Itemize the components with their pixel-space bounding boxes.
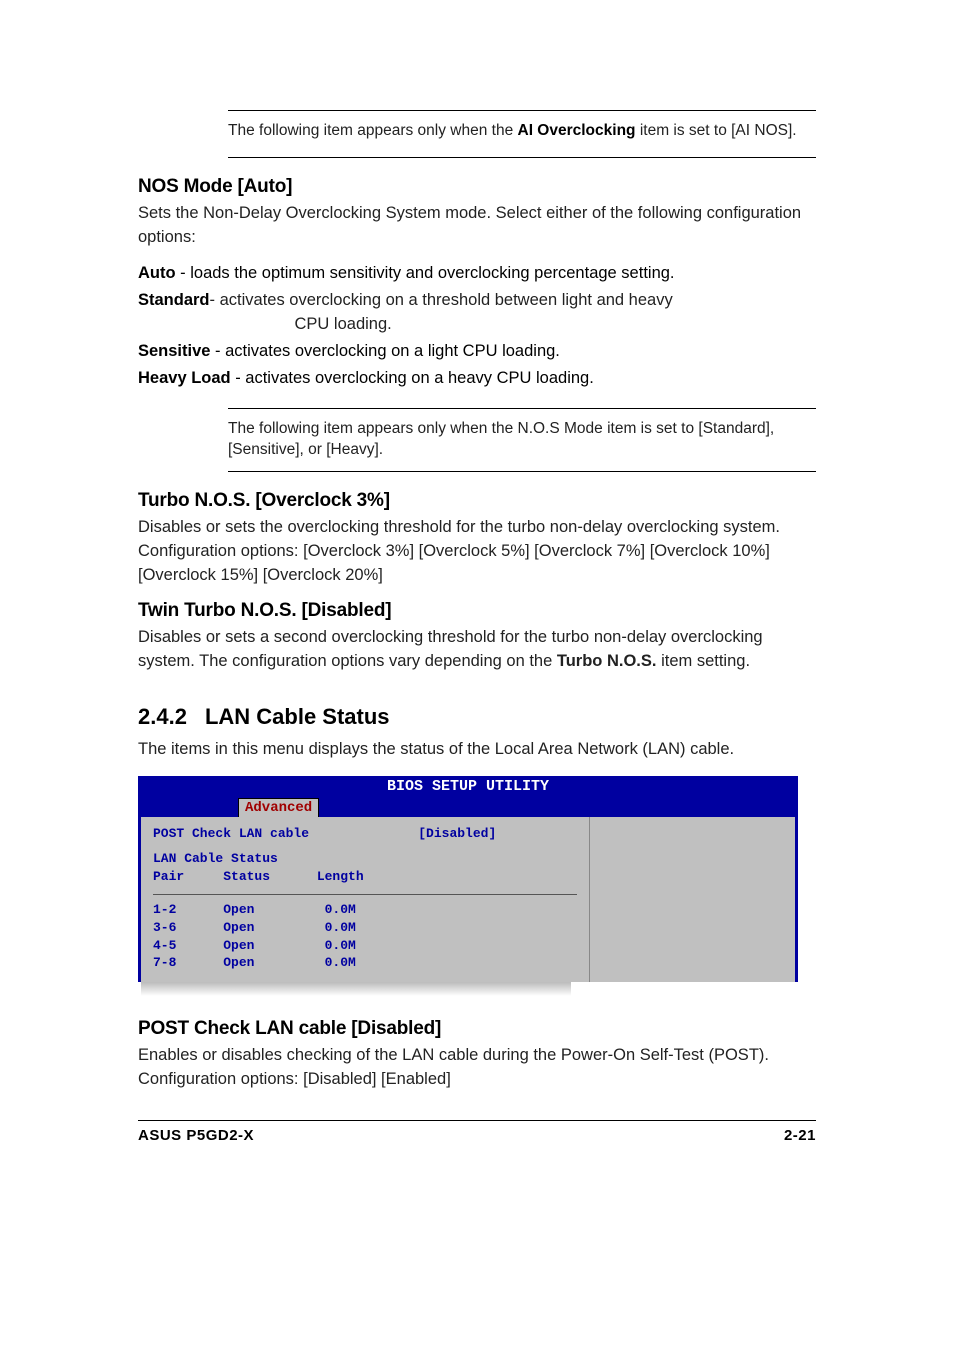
bios-main-panel: POST Check LAN cable [Disabled] LAN Cabl… [141, 817, 590, 982]
section-title: LAN Cable Status [205, 704, 390, 729]
note-ai-overclocking: The following item appears only when the… [228, 110, 816, 158]
desc-post-check: Enables or disables checking of the LAN … [138, 1044, 816, 1092]
note1-bold: AI Overclocking [518, 122, 636, 139]
opt-auto-desc: - loads the optimum sensitivity and over… [176, 264, 675, 282]
desc-twin-turbo: Disables or sets a second overclocking t… [138, 626, 816, 674]
section-heading: 2.4.2 LAN Cable Status [138, 704, 816, 730]
bios-post-check-line: POST Check LAN cable [Disabled] [153, 825, 577, 843]
bios-title: BIOS SETUP UTILITY [138, 778, 798, 795]
bios-table-cols: Pair Status Length [153, 868, 577, 886]
note1-pre: The following item appears only when the [228, 122, 518, 139]
opt-standard: Standard - activates overclocking on a t… [138, 289, 816, 337]
twin-post: item setting. [656, 652, 750, 670]
opt-standard-label: Standard [138, 291, 210, 309]
bios-header: BIOS SETUP UTILITY Advanced [138, 776, 798, 817]
opt-sensitive-desc: - activates overclocking on a light CPU … [210, 342, 559, 360]
note-nos-mode: The following item appears only when the… [228, 408, 816, 472]
section-num: 2.4.2 [138, 704, 187, 729]
bios-shadow [141, 982, 571, 996]
footer-left: ASUS P5GD2-X [138, 1127, 254, 1144]
opt-auto-label: Auto [138, 264, 176, 282]
section-desc: The items in this menu displays the stat… [138, 738, 816, 762]
page-content: The following item appears only when the… [0, 0, 954, 1184]
bios-tab-advanced: Advanced [238, 798, 319, 817]
note2-text: The following item appears only when the… [228, 419, 816, 461]
opt-sensitive-label: Sensitive [138, 342, 210, 360]
bios-screenshot: BIOS SETUP UTILITY Advanced POST Check L… [138, 776, 798, 996]
table-row: 7-8 Open 0.0M [153, 954, 577, 972]
opt-heavy: Heavy Load - activates overclocking on a… [138, 367, 816, 391]
desc-turbo: Disables or sets the overclocking thresh… [138, 516, 816, 588]
bios-side-panel [590, 817, 795, 982]
heading-twin-turbo: Twin Turbo N.O.S. [Disabled] [138, 600, 816, 622]
table-row: 1-2 Open 0.0M [153, 901, 577, 919]
twin-bold: Turbo N.O.S. [557, 652, 657, 670]
footer-right: 2-21 [784, 1127, 816, 1144]
note-text: The following item appears only when the… [228, 121, 816, 142]
heading-post-check: POST Check LAN cable [Disabled] [138, 1018, 816, 1040]
heading-turbo: Turbo N.O.S. [Overclock 3%] [138, 490, 816, 512]
bios-table-heading: LAN Cable Status [153, 850, 577, 868]
opt-heavy-label: Heavy Load [138, 369, 231, 387]
opt-heavy-desc: - activates overclocking on a heavy CPU … [231, 369, 594, 387]
desc-nos-mode: Sets the Non-Delay Overclocking System m… [138, 202, 816, 250]
table-row: 4-5 Open 0.0M [153, 937, 577, 955]
bios-body: POST Check LAN cable [Disabled] LAN Cabl… [138, 817, 798, 982]
opt-sensitive: Sensitive - activates overclocking on a … [138, 340, 816, 364]
heading-nos-mode: NOS Mode [Auto] [138, 176, 816, 198]
note1-post: item is set to [AI NOS]. [636, 122, 797, 139]
opt-auto: Auto - loads the optimum sensitivity and… [138, 262, 816, 286]
opt-standard-desc: - activates overclocking on a threshold … [210, 291, 673, 333]
bios-divider [153, 894, 577, 895]
page-footer: ASUS P5GD2-X 2-21 [138, 1120, 816, 1144]
table-row: 3-6 Open 0.0M [153, 919, 577, 937]
